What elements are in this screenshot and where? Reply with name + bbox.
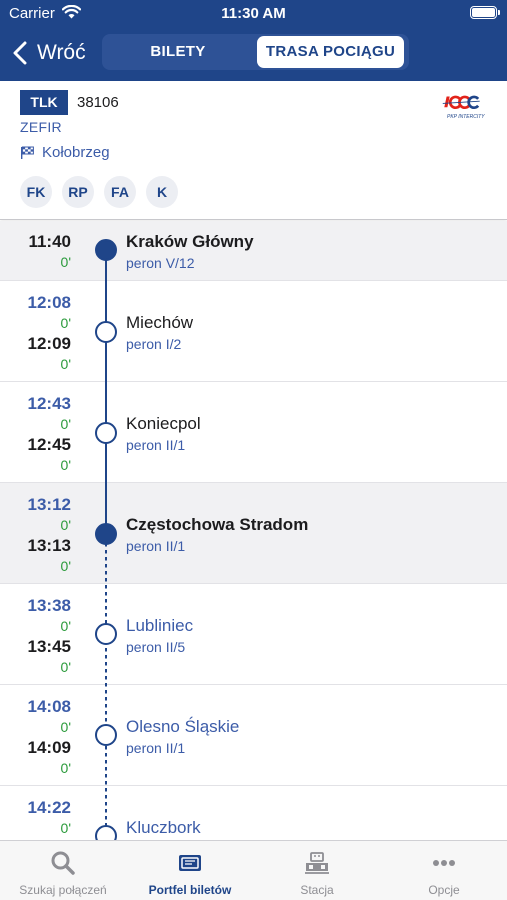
status-time: 11:30 AM bbox=[221, 5, 286, 22]
tab-label: Stacja bbox=[300, 883, 334, 897]
platform-label: peron V/12 bbox=[126, 255, 195, 271]
logo-caption: PKP INTERCITY bbox=[447, 114, 485, 120]
tab-label: Szukaj połączeń bbox=[19, 883, 107, 897]
departure-delay: 0' bbox=[60, 659, 71, 675]
stop-row[interactable]: 12:43 0' 12:45 0' Koniecpol peron II/1 bbox=[0, 382, 507, 483]
stop-row[interactable]: 14:08 0' 14:09 0' Olesno Śląskie peron I… bbox=[0, 685, 507, 786]
departure-delay: 0' bbox=[60, 254, 71, 270]
amenity-chip[interactable]: FK bbox=[20, 176, 52, 208]
tab-search[interactable]: Szukaj połączeń bbox=[0, 841, 126, 900]
station-name: Koniecpol bbox=[126, 414, 201, 433]
departure-time: 13:13 bbox=[27, 536, 71, 555]
search-icon bbox=[51, 851, 75, 875]
train-category-badge: TLK bbox=[20, 90, 68, 115]
stop-node-passed bbox=[95, 523, 117, 545]
arrival-delay: 0' bbox=[60, 416, 71, 432]
stop-row[interactable]: 12:08 0' 12:09 0' Miechów peron I/2 bbox=[0, 281, 507, 382]
arrival-time: 14:08 bbox=[27, 697, 71, 716]
platform-label: peron II/1 bbox=[126, 538, 186, 554]
top-header: Carrier 11:30 AM Wróć BILETY TRASA POCIĄ… bbox=[0, 0, 507, 81]
stop-node-passed bbox=[95, 239, 117, 261]
route-line-upcoming bbox=[105, 543, 107, 840]
stop-node bbox=[95, 724, 117, 746]
platform-label: peron I/2 bbox=[126, 336, 182, 352]
departure-time: 13:45 bbox=[27, 637, 71, 656]
arrival-time: 12:43 bbox=[27, 394, 71, 413]
departure-delay: 0' bbox=[60, 457, 71, 473]
stop-node bbox=[95, 422, 117, 444]
station-name: Częstochowa Stradom bbox=[126, 515, 309, 534]
amenity-chip[interactable]: RP bbox=[62, 176, 94, 208]
bottom-tab-bar: Szukaj połączeń Portfel biletów Stacja O… bbox=[0, 840, 507, 900]
station-name: Lubliniec bbox=[126, 616, 194, 635]
amenity-chip[interactable]: K bbox=[146, 176, 178, 208]
arrival-delay: 0' bbox=[60, 618, 71, 634]
departure-delay: 0' bbox=[60, 760, 71, 776]
station-icon bbox=[305, 852, 329, 874]
arrival-time: 14:22 bbox=[27, 798, 71, 817]
arrival-delay: 0' bbox=[60, 517, 71, 533]
platform-label: peron II/1 bbox=[126, 740, 186, 756]
back-label: Wróć bbox=[37, 41, 86, 64]
status-bar: Carrier 11:30 AM bbox=[0, 0, 507, 28]
station-name: Kraków Główny bbox=[126, 232, 254, 251]
tab-bilety[interactable]: BILETY bbox=[106, 36, 250, 68]
train-destination: Kołobrzeg bbox=[20, 144, 110, 161]
departure-time: 14:09 bbox=[27, 738, 71, 757]
amenities-list: FK RP FA K bbox=[20, 176, 188, 208]
ticket-wallet-icon bbox=[179, 855, 201, 871]
route-timeline[interactable]: 11:40 0' Kraków Główny peron V/12 12:08 … bbox=[0, 221, 507, 840]
stop-row[interactable]: 11:40 0' Kraków Główny peron V/12 bbox=[0, 221, 507, 281]
more-icon bbox=[433, 860, 455, 866]
finish-flag-icon bbox=[21, 146, 34, 159]
stop-row[interactable]: 13:12 0' 13:13 0' Częstochowa Stradom pe… bbox=[0, 483, 507, 584]
arrival-delay: 0' bbox=[60, 820, 71, 836]
navigation-bar: Wróć BILETY TRASA POCIĄGU bbox=[0, 28, 507, 81]
departure-delay: 0' bbox=[60, 356, 71, 372]
departure-delay: 0' bbox=[60, 558, 71, 574]
intercity-logo-icon bbox=[442, 95, 480, 109]
stop-row[interactable]: 14:22 0' Kluczbork bbox=[0, 786, 507, 840]
arrival-time: 12:08 bbox=[27, 293, 71, 312]
station-name: Olesno Śląskie bbox=[126, 717, 240, 736]
back-button[interactable]: Wróć bbox=[12, 38, 86, 68]
stop-node bbox=[95, 825, 117, 840]
tab-label: Opcje bbox=[428, 883, 460, 897]
amenity-chip[interactable]: FA bbox=[104, 176, 136, 208]
tab-options[interactable]: Opcje bbox=[381, 841, 507, 900]
train-name: ZEFIR bbox=[20, 119, 62, 135]
train-number: 38106 bbox=[77, 94, 119, 111]
departure-time: 12:09 bbox=[27, 334, 71, 353]
platform-label: peron II/1 bbox=[126, 437, 186, 453]
train-info-panel: TLK 38106 ZEFIR Kołobrzeg PKP INTERCITY … bbox=[0, 81, 507, 220]
departure-time: 11:40 bbox=[28, 232, 71, 251]
stop-row[interactable]: 13:38 0' 13:45 0' Lubliniec peron II/5 bbox=[0, 584, 507, 685]
tab-trasa-pociagu[interactable]: TRASA POCIĄGU bbox=[257, 36, 404, 68]
station-name: Kluczbork bbox=[126, 818, 201, 837]
arrival-time: 13:12 bbox=[27, 495, 71, 514]
tab-station[interactable]: Stacja bbox=[254, 841, 380, 900]
arrival-delay: 0' bbox=[60, 719, 71, 735]
battery-icon bbox=[470, 6, 500, 19]
pkp-intercity-logo: PKP INTERCITY bbox=[437, 95, 487, 121]
arrival-delay: 0' bbox=[60, 315, 71, 331]
platform-label: peron II/5 bbox=[126, 639, 186, 655]
stop-node bbox=[95, 623, 117, 645]
stop-node bbox=[95, 321, 117, 343]
station-name: Miechów bbox=[126, 313, 194, 332]
destination-label: Kołobrzeg bbox=[42, 144, 110, 161]
segmented-control: BILETY TRASA POCIĄGU bbox=[102, 34, 409, 70]
departure-time: 12:45 bbox=[27, 435, 71, 454]
tab-label: Portfel biletów bbox=[148, 883, 232, 897]
route-line-travelled bbox=[105, 250, 107, 533]
arrival-time: 13:38 bbox=[27, 596, 71, 615]
chevron-left-icon bbox=[13, 41, 27, 65]
tab-ticket-wallet[interactable]: Portfel biletów bbox=[127, 841, 253, 900]
